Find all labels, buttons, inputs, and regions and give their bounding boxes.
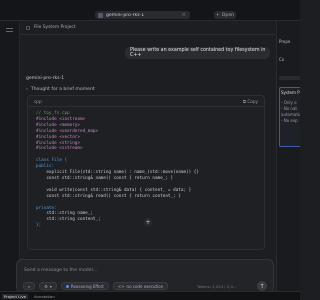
sp-line-4: - No exp xyxy=(281,118,298,123)
close-icon[interactable]: × xyxy=(182,12,186,18)
title-bar: gemini-pro-rks-1 × + Open xyxy=(0,0,300,21)
paperclip-icon: ⌕ xyxy=(28,283,31,289)
status-item-project[interactable]: Project Live xyxy=(2,293,28,299)
composer: Send a message to the model... ⌕ ⚙ ▾ Rea… xyxy=(16,259,274,293)
user-message: Please write an example self contained t… xyxy=(125,47,270,59)
settings-icon: ⚙ xyxy=(44,283,48,289)
sp-line-1: - Only o xyxy=(281,100,297,105)
code-language: cpp xyxy=(34,98,42,104)
plus-icon: + xyxy=(215,12,220,18)
code-block: cpp ⧉ Copy // toy_fs.cpp #include <iostre… xyxy=(27,95,265,250)
send-icon: ↑ xyxy=(259,282,265,290)
code-body: // toy_fs.cpp #include <iostream> #include… xyxy=(28,107,264,233)
sp-line-2: - No nat xyxy=(281,106,297,111)
config-field[interactable] xyxy=(279,76,300,80)
token-count: Tokens: 2,024 / 2,0... xyxy=(197,284,237,289)
system-prompt-label: System P xyxy=(281,90,300,95)
status-item-annotation[interactable]: Annotation xyxy=(34,294,55,299)
copy-label: Copy xyxy=(247,98,258,104)
code-icon: <> xyxy=(117,283,125,289)
properties-title: Prope xyxy=(279,39,291,44)
open-tab-button[interactable]: + Open xyxy=(214,11,236,19)
config-title: Co xyxy=(279,57,285,62)
active-tab[interactable]: gemini-pro-rks-1 × xyxy=(95,11,190,19)
chevron-right-icon: › xyxy=(26,87,28,92)
model-icon xyxy=(98,12,103,18)
sidebar-toggle-icon[interactable] xyxy=(26,25,30,30)
status-bar: Project Live Annotation xyxy=(0,291,300,300)
reasoning-label: Reasoning Effort xyxy=(70,283,104,289)
open-tab-label: Open xyxy=(221,12,235,18)
system-prompt-box[interactable] xyxy=(279,87,300,147)
message-input[interactable]: Send a message to the model... xyxy=(24,268,97,273)
reasoning-icon xyxy=(65,284,69,288)
attach-button[interactable]: ⌕ xyxy=(23,282,36,290)
sp-line-3: automatic xyxy=(281,112,300,117)
composer-toolbar: ⌕ ⚙ ▾ Reasoning Effort <> no code execut… xyxy=(23,282,169,290)
tab-title: gemini-pro-rks-1 xyxy=(106,12,145,18)
menu-icon[interactable] xyxy=(6,28,13,32)
code-execution-chip[interactable]: <> no code execution xyxy=(112,282,169,290)
reasoning-effort-chip[interactable]: Reasoning Effort xyxy=(60,282,109,290)
left-rail xyxy=(0,21,20,291)
send-button[interactable]: ↑ xyxy=(257,281,267,291)
project-label: File System Project xyxy=(34,25,76,30)
code-header: cpp ⧉ Copy xyxy=(28,96,264,107)
right-panel: Prope Co System P - Only o - No nat auto… xyxy=(276,21,300,291)
model-options-button[interactable]: ⚙ ▾ xyxy=(39,282,57,290)
thought-toggle[interactable]: › Thought for a brief moment xyxy=(26,87,95,92)
thought-label: Thought for a brief moment xyxy=(30,87,95,92)
model-name: gemini-pro-rks-1 xyxy=(26,76,65,81)
chat-header: File System Project xyxy=(20,21,275,35)
scroll-down-button[interactable]: + xyxy=(144,218,152,226)
copy-button[interactable]: ⧉ Copy xyxy=(243,99,258,104)
code-exec-label: no code execution xyxy=(126,283,164,289)
